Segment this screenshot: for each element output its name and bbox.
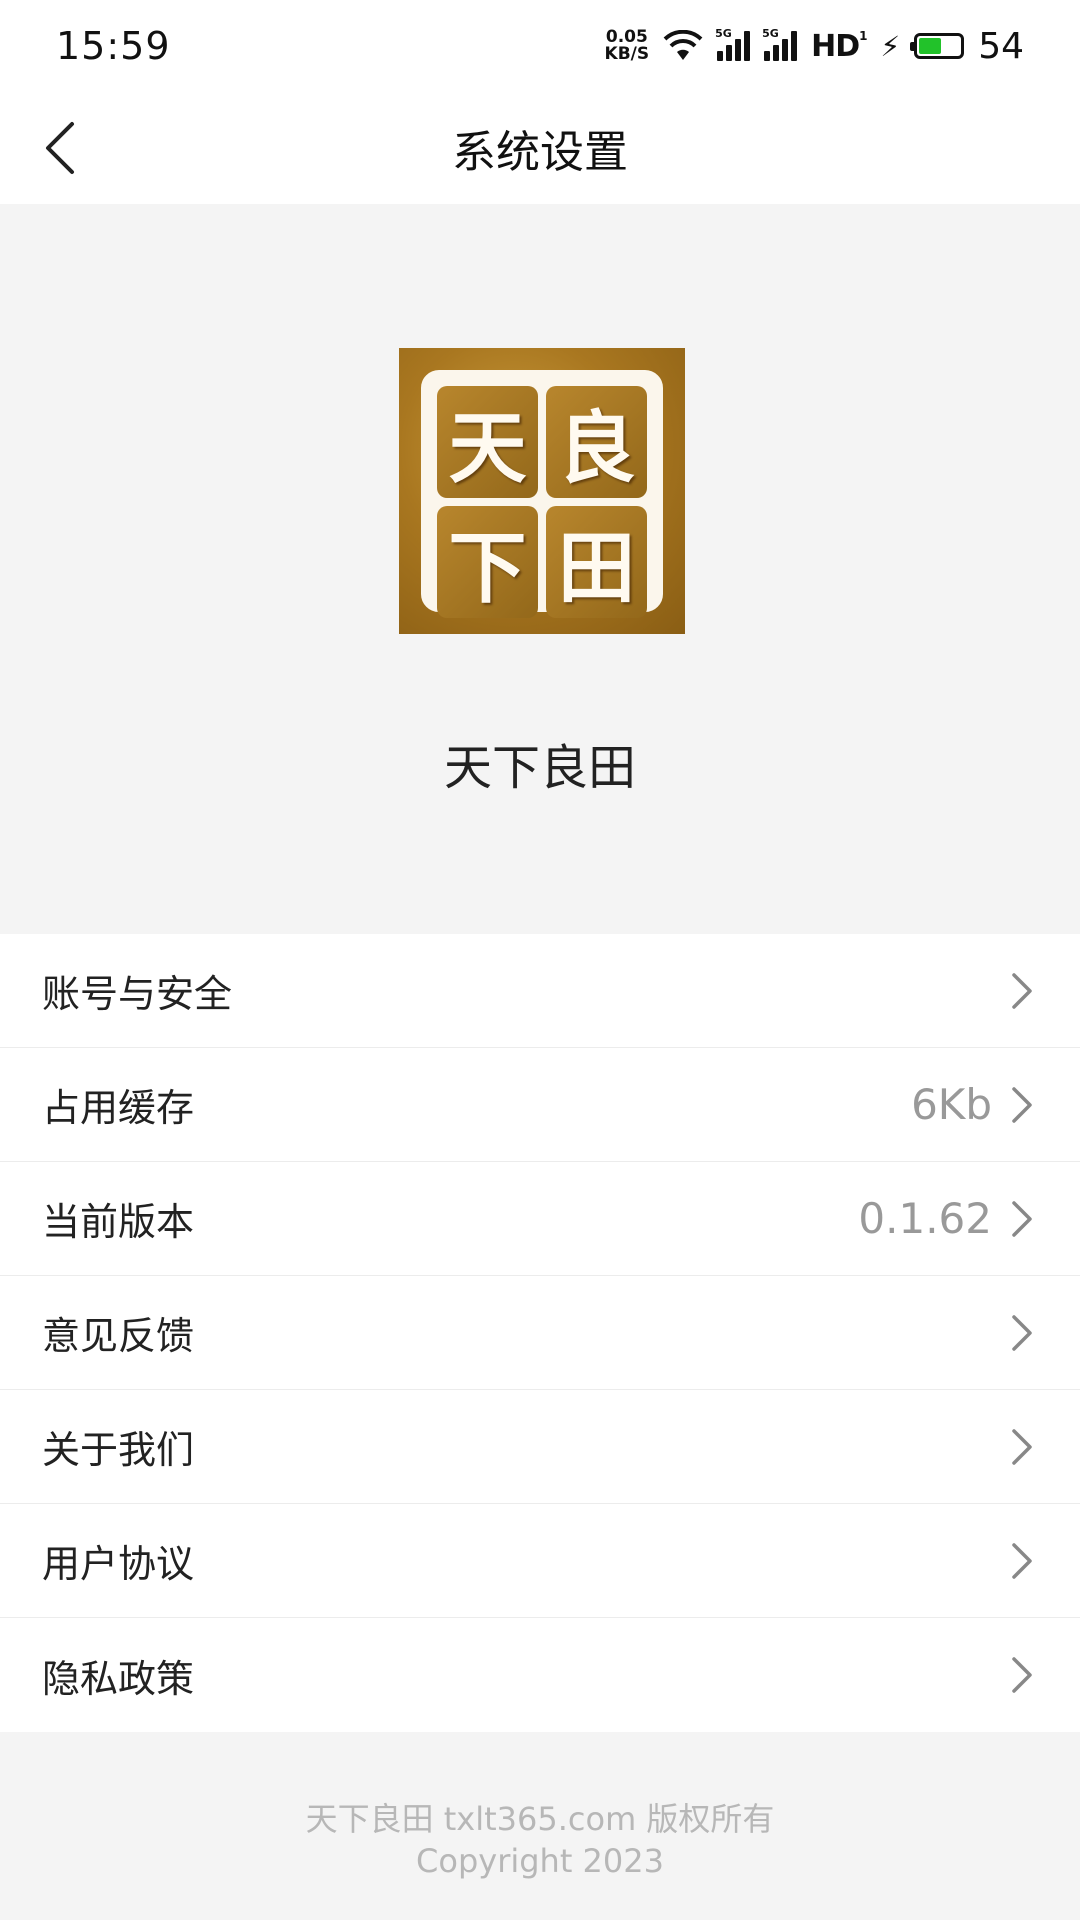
app-logo: 天 良 下 田 bbox=[399, 348, 685, 634]
settings-item-right bbox=[992, 1539, 1036, 1583]
chevron-right-icon bbox=[1012, 1086, 1032, 1123]
settings-item-label: 占用缓存 bbox=[42, 1086, 195, 1130]
hd-label: HD bbox=[811, 28, 860, 64]
settings-item-version[interactable]: 当前版本 0.1.62 bbox=[0, 1162, 1080, 1276]
settings-item-feedback[interactable]: 意见反馈 bbox=[0, 1276, 1080, 1390]
settings-item-cache[interactable]: 占用缓存 6Kb bbox=[0, 1048, 1080, 1162]
settings-list: 账号与安全 占用缓存 6Kb 当前版本 0.1.62 意见反馈 关于我们 用户协… bbox=[0, 934, 1080, 1732]
settings-item-about-us[interactable]: 关于我们 bbox=[0, 1390, 1080, 1504]
settings-page: 15:59 0.05 KB/S 5G 5G HD1 ⚡ 54 系统设置 天 良 … bbox=[0, 0, 1080, 1920]
chevron-right-icon bbox=[1012, 1657, 1032, 1693]
page-title: 系统设置 bbox=[452, 127, 628, 178]
copyright-footer: 天下良田 txlt365.com 版权所有 Copyright 2023 bbox=[0, 1798, 1080, 1882]
battery-level bbox=[919, 38, 941, 54]
signal-5g-icon-1: 5G bbox=[715, 27, 751, 61]
chevron-left-icon bbox=[46, 122, 74, 174]
chevron-right-icon bbox=[1012, 1314, 1032, 1351]
nav-bar: 系统设置 bbox=[0, 92, 1080, 204]
settings-item-label: 当前版本 bbox=[42, 1200, 195, 1244]
app-name: 天下良田 bbox=[443, 740, 636, 796]
network-speed-unit: KB/S bbox=[604, 44, 650, 64]
hd-sub: 1 bbox=[859, 28, 867, 43]
signal-5g-icon-2: 5G bbox=[762, 27, 798, 61]
copyright-line-1: 天下良田 txlt365.com 版权所有 bbox=[305, 1800, 775, 1838]
settings-item-right bbox=[992, 1653, 1036, 1697]
status-bar: 15:59 0.05 KB/S 5G 5G HD1 ⚡ 54 bbox=[0, 0, 1080, 92]
logo-char-1: 天 bbox=[437, 386, 538, 498]
settings-item-privacy-policy[interactable]: 隐私政策 bbox=[0, 1618, 1080, 1732]
settings-item-right: 6Kb bbox=[911, 1080, 1036, 1129]
chevron-right-icon bbox=[1012, 972, 1032, 1009]
version-value: 0.1.62 bbox=[858, 1194, 992, 1243]
settings-item-label: 用户协议 bbox=[42, 1542, 195, 1586]
settings-item-right: 0.1.62 bbox=[858, 1194, 1036, 1243]
charging-bolt-icon: ⚡ bbox=[880, 29, 901, 63]
settings-item-user-agreement[interactable]: 用户协议 bbox=[0, 1504, 1080, 1618]
settings-item-label: 意见反馈 bbox=[42, 1314, 195, 1358]
settings-item-right bbox=[992, 1311, 1036, 1355]
settings-item-label: 关于我们 bbox=[42, 1428, 195, 1472]
hd-voice-icon: HD1 bbox=[811, 28, 867, 64]
battery-percent: 54 bbox=[978, 25, 1024, 67]
settings-item-right bbox=[992, 1425, 1036, 1469]
chevron-right-icon bbox=[1012, 1542, 1032, 1579]
logo-char-3: 下 bbox=[437, 506, 538, 618]
signal-tag-2: 5G bbox=[762, 27, 779, 40]
back-button[interactable] bbox=[38, 116, 102, 180]
network-speed: 0.05 KB/S bbox=[605, 29, 650, 63]
status-icons: 0.05 KB/S 5G 5G HD1 ⚡ 54 bbox=[605, 26, 1024, 67]
settings-item-label: 账号与安全 bbox=[42, 972, 233, 1016]
battery-icon bbox=[910, 33, 965, 59]
signal-tag-1: 5G bbox=[715, 27, 732, 40]
app-info-section: 天 良 下 田 天下良田 bbox=[0, 204, 1080, 934]
wifi-icon bbox=[663, 30, 703, 60]
chevron-right-icon bbox=[1012, 1200, 1032, 1237]
cache-size-value: 6Kb bbox=[911, 1080, 992, 1129]
status-time: 15:59 bbox=[56, 24, 171, 68]
settings-item-right bbox=[992, 969, 1036, 1013]
copyright-line-2: Copyright 2023 bbox=[416, 1842, 664, 1880]
settings-item-account-security[interactable]: 账号与安全 bbox=[0, 934, 1080, 1048]
settings-item-label: 隐私政策 bbox=[42, 1656, 195, 1701]
logo-char-2: 良 bbox=[546, 386, 647, 498]
chevron-right-icon bbox=[1012, 1428, 1032, 1465]
logo-frame: 天 良 下 田 bbox=[421, 370, 663, 618]
logo-char-4: 田 bbox=[546, 506, 647, 618]
